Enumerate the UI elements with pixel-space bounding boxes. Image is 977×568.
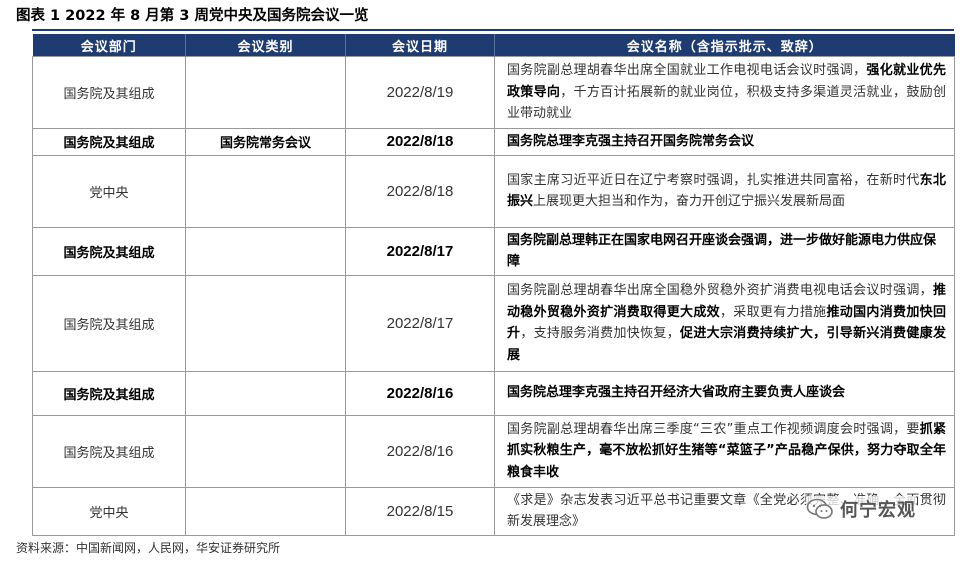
- cell-date: 2022/8/16: [345, 370, 495, 416]
- cell-category: [185, 370, 346, 416]
- cell-dept: 国务院及其组成: [32, 370, 186, 416]
- table-row: 国务院及其组成 2022/8/16 国务院副总理胡春华出席三季度“三农”重点工作视频…: [32, 414, 955, 488]
- table-body: 国务院及其组成 2022/8/19 国务院副总理胡春华出席全国就业工作电视电话会议时…: [32, 56, 955, 536]
- table-row: 国务院及其组成 2022/8/17 国务院副总理胡春华出席全国稳外贸稳外资扩消费电视…: [32, 274, 955, 372]
- table-row: 党中央 2022/8/18 国家主席习近平近日在辽宁考察时强调，扎实推进共同富裕，在…: [32, 154, 955, 228]
- cell-category: [185, 274, 346, 372]
- watermark: 何宁宏观: [806, 496, 916, 522]
- cell-date: 2022/8/18: [345, 128, 495, 156]
- cell-date: 2022/8/15: [345, 486, 495, 536]
- emphasis-text: 国务院副总理韩正在国家电网召开座谈会强调，进一步做好能源电力供应保障: [507, 232, 937, 270]
- cell-meeting-name: 国务院总理李克强主持召开经济大省政府主要负责人座谈会: [494, 370, 955, 416]
- cell-category: [185, 154, 346, 228]
- cell-meeting-name: 国务院副总理韩正在国家电网召开座谈会强调，进一步做好能源电力供应保障: [494, 226, 955, 276]
- cell-date: 2022/8/19: [345, 56, 495, 129]
- cell-date: 2022/8/16: [345, 414, 495, 488]
- cell-dept: 国务院及其组成: [32, 414, 186, 488]
- cell-dept: 党中央: [32, 486, 186, 536]
- table-row: 国务院及其组成 2022/8/19 国务院副总理胡春华出席全国就业工作电视电话会议时…: [32, 56, 955, 129]
- cell-category: [185, 56, 346, 129]
- cell-dept: 党中央: [32, 154, 186, 228]
- body-text: 国务院副总理胡春华出席全国稳外贸稳外资扩消费电视电话会议时强调，: [507, 283, 933, 298]
- cell-date: 2022/8/18: [345, 154, 495, 228]
- body-text: ，采取更有力措施: [719, 304, 827, 320]
- cell-dept: 国务院及其组成: [32, 274, 186, 372]
- body-text: 国务院副总理胡春华出席全国就业工作电视电话会议时强调，: [507, 63, 867, 79]
- cell-meeting-name: 国务院副总理胡春华出席全国稳外贸稳外资扩消费电视电话会议时强调，推动稳外贸稳外资…: [494, 274, 955, 372]
- cell-dept: 国务院及其组成: [32, 226, 186, 276]
- source-note: 资料来源：中国新闻网，人民网，华安证券研究所: [16, 541, 281, 555]
- cell-dept: 国务院及其组成: [32, 128, 186, 156]
- body-text: 国务院副总理胡春华出席三季度“三农”重点工作视频调度会时强调，要: [507, 421, 920, 437]
- cell-category: [185, 486, 346, 536]
- body-text: 上展现更大担当和作为，奋力开创辽宁振兴发展新局面: [533, 194, 846, 209]
- wechat-icon: [806, 498, 833, 519]
- meetings-table: 会议部门 会议类别 会议日期 会议名称（含指示批示、致辞） 国务院及其组成 202…: [32, 34, 955, 536]
- cell-category: [185, 414, 346, 488]
- header-date: 会议日期: [345, 34, 495, 57]
- table-header-row: 会议部门 会议类别 会议日期 会议名称（含指示批示、致辞）: [32, 34, 955, 57]
- emphasis-text: 国务院总理李克强主持召开经济大省政府主要负责人座谈会: [507, 385, 846, 401]
- cell-date: 2022/8/17: [345, 226, 495, 276]
- header-category: 会议类别: [185, 34, 346, 57]
- cell-meeting-name: 国务院副总理胡春华出席三季度“三农”重点工作视频调度会时强调，要抓紧抓实秋粮生产…: [494, 414, 955, 488]
- cell-meeting-name: 国务院副总理胡春华出席全国就业工作电视电话会议时强调，强化就业优先政策导向，千方…: [494, 56, 955, 129]
- watermark-text: 何宁宏观: [840, 500, 916, 521]
- title-rule: [32, 29, 954, 31]
- cell-category: 国务院常务会议: [185, 128, 346, 156]
- header-meeting-name: 会议名称（含指示批示、致辞）: [494, 34, 955, 57]
- cell-dept: 国务院及其组成: [32, 56, 186, 129]
- emphasis-text: 国务院总理李克强主持召开国务院常务会议: [507, 134, 755, 149]
- cell-date: 2022/8/17: [345, 274, 495, 372]
- body-text: 国家主席习近平近日在辽宁考察时强调，扎实推进共同富裕，在新时代: [507, 172, 920, 188]
- table-row: 国务院及其组成 2022/8/17 国务院副总理韩正在国家电网召开座谈会强调，进一步…: [32, 226, 955, 276]
- cell-meeting-name: 国务院总理李克强主持召开国务院常务会议: [494, 128, 955, 156]
- body-text: ，千方百计拓展新的就业岗位，积极支持多渠道灵活就业，鼓励创业带动就业: [507, 84, 946, 122]
- cell-meeting-name: 国家主席习近平近日在辽宁考察时强调，扎实推进共同富裕，在新时代东北振兴上展现更大…: [494, 154, 955, 228]
- cell-category: [185, 226, 346, 276]
- body-text: ，支持服务消费加快恢复，: [520, 326, 681, 341]
- header-dept: 会议部门: [32, 34, 186, 57]
- figure-title: 图表 1 2022 年 8 月第 3 周党中央及国务院会议一览: [16, 8, 369, 24]
- table-row: 国务院及其组成 国务院常务会议 2022/8/18 国务院总理李克强主持召开国务院常务…: [32, 128, 955, 156]
- table-row: 国务院及其组成 2022/8/16 国务院总理李克强主持召开经济大省政府主要负责人座…: [32, 370, 955, 416]
